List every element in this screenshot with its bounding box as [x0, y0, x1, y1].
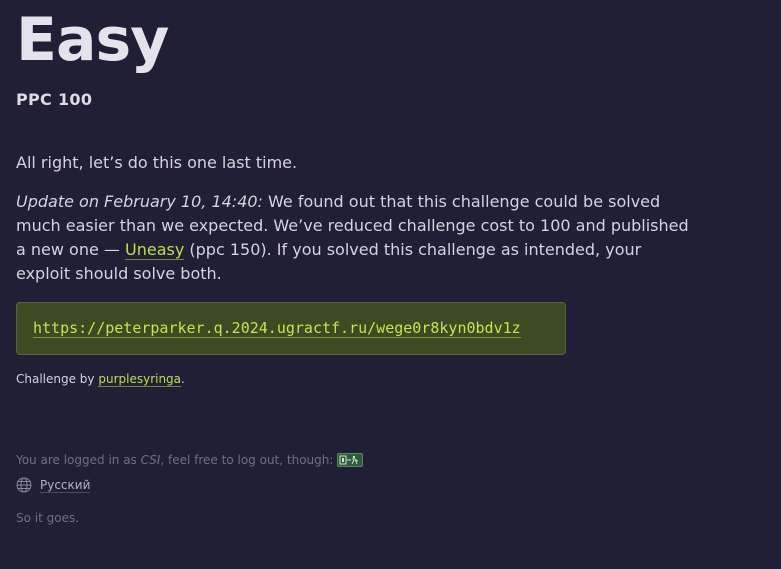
- globe-icon: [16, 477, 32, 493]
- uneasy-link[interactable]: Uneasy: [125, 240, 185, 260]
- username: CSI: [140, 453, 161, 467]
- challenge-url-link[interactable]: https://peterparker.q.2024.ugractf.ru/we…: [33, 319, 521, 338]
- login-prefix: You are logged in as: [16, 453, 141, 467]
- challenge-category: PPC 100: [16, 90, 93, 109]
- author-prefix: Challenge by: [16, 372, 99, 386]
- logout-button[interactable]: [337, 453, 364, 467]
- challenge-url-box: https://peterparker.q.2024.ugractf.ru/we…: [16, 302, 566, 355]
- author-suffix: .: [181, 372, 185, 386]
- login-text: You are logged in as CSI, feel free to l…: [16, 453, 333, 467]
- footer-tagline: So it goes.: [16, 511, 80, 525]
- login-status: You are logged in as CSI, feel free to l…: [16, 453, 364, 467]
- language-switcher: Русский: [16, 477, 91, 493]
- challenge-page: Easy PPC 100 All right, let’s do this on…: [0, 0, 781, 569]
- challenge-title: Easy: [16, 5, 169, 75]
- login-suffix: , feel free to log out, though:: [160, 453, 334, 467]
- challenge-author: Challenge by purplesyringa.: [16, 372, 185, 387]
- update-label: Update on February 10, 14:40:: [16, 192, 263, 211]
- language-link-russian[interactable]: Русский: [40, 478, 91, 493]
- challenge-intro: All right, let’s do this one last time.: [16, 153, 298, 172]
- logout-icon: [339, 455, 359, 465]
- challenge-update: Update on February 10, 14:40: We found o…: [16, 190, 696, 286]
- author-link[interactable]: purplesyringa: [98, 372, 182, 387]
